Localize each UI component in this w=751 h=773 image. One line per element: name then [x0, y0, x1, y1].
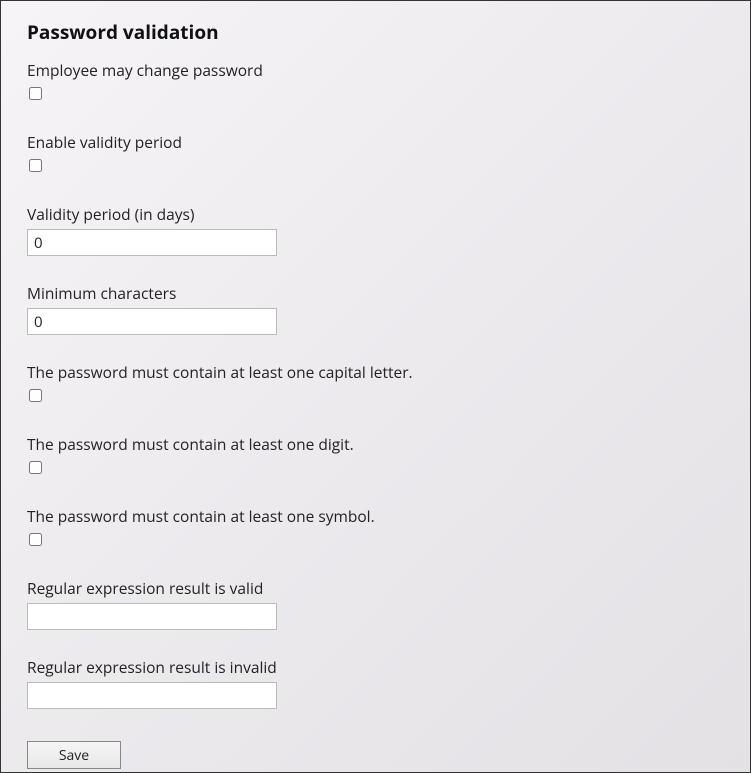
label-require-capital: The password must contain at least one c…	[27, 361, 724, 383]
panel-title: Password validation	[27, 19, 724, 45]
label-require-symbol: The password must contain at least one s…	[27, 505, 724, 527]
save-button[interactable]: Save	[27, 741, 121, 769]
label-require-digit: The password must contain at least one d…	[27, 433, 724, 455]
checkbox-enable-validity-period[interactable]	[29, 159, 42, 172]
checkbox-require-capital[interactable]	[29, 389, 42, 402]
field-regex-invalid: Regular expression result is invalid	[27, 656, 724, 709]
label-regex-invalid: Regular expression result is invalid	[27, 656, 724, 678]
field-regex-valid: Regular expression result is valid	[27, 577, 724, 630]
checkbox-require-symbol[interactable]	[29, 533, 42, 546]
label-validity-period-days: Validity period (in days)	[27, 203, 724, 225]
label-minimum-characters: Minimum characters	[27, 282, 724, 304]
input-validity-period-days[interactable]	[27, 229, 277, 256]
field-require-digit: The password must contain at least one d…	[27, 433, 724, 479]
label-employee-may-change: Employee may change password	[27, 59, 724, 81]
field-validity-period-days: Validity period (in days)	[27, 203, 724, 256]
field-employee-may-change: Employee may change password	[27, 59, 724, 105]
field-minimum-characters: Minimum characters	[27, 282, 724, 335]
checkbox-employee-may-change[interactable]	[29, 87, 42, 100]
input-regex-invalid[interactable]	[27, 682, 277, 709]
input-regex-valid[interactable]	[27, 603, 277, 630]
field-require-capital: The password must contain at least one c…	[27, 361, 724, 407]
field-enable-validity-period: Enable validity period	[27, 131, 724, 177]
label-regex-valid: Regular expression result is valid	[27, 577, 724, 599]
field-require-symbol: The password must contain at least one s…	[27, 505, 724, 551]
password-validation-panel: Password validation Employee may change …	[0, 0, 751, 773]
label-enable-validity-period: Enable validity period	[27, 131, 724, 153]
checkbox-require-digit[interactable]	[29, 461, 42, 474]
input-minimum-characters[interactable]	[27, 308, 277, 335]
